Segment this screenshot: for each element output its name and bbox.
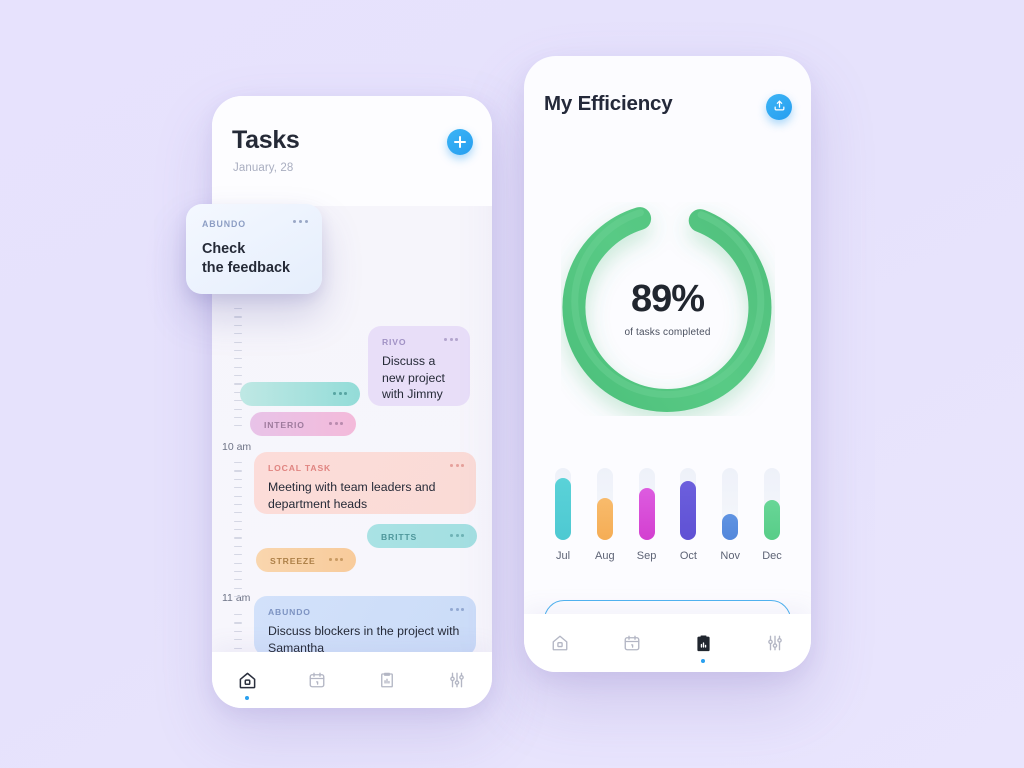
sliders-icon [448,671,466,689]
nav-item-reports[interactable] [681,623,725,663]
share-icon [773,99,786,115]
task-pill[interactable]: STREEZE [256,548,356,572]
calendar-icon [308,671,326,689]
task-menu-icon[interactable] [450,534,464,537]
task-menu-icon[interactable] [329,558,343,561]
task-tag: RIVO [382,337,407,347]
bar-fill [555,478,571,540]
bar-fill [763,500,780,540]
task-menu-icon[interactable] [329,422,343,425]
task-menu-icon[interactable] [450,464,464,467]
bar-column-sep[interactable] [636,468,658,540]
task-pill[interactable] [240,382,360,406]
bar-label: Aug [595,550,615,562]
bar-label: Jul [555,550,571,562]
tasks-header: Tasks January, 28 [212,96,492,206]
task-card[interactable]: LOCAL TASK Meeting with team leaders and… [254,452,476,514]
nav-item-home[interactable] [225,660,269,700]
bar-column-oct[interactable] [677,468,699,540]
task-card[interactable]: RIVO Discuss a new project with Jimmy [368,326,470,406]
page-title: My Efficiency [544,92,673,115]
tasks-date: January, 28 [233,162,294,174]
bar-fill [596,498,613,540]
home-icon [238,671,257,690]
sliders-icon [766,634,784,652]
bar-column-nov[interactable] [719,468,741,540]
task-title: Check the feedback [202,241,290,276]
bar-fill [680,481,697,540]
task-menu-icon[interactable] [333,392,347,395]
task-tag: ABUNDO [202,219,247,229]
donut-center-label: 89% of tasks completed [561,202,775,416]
task-menu-icon[interactable] [444,338,458,341]
floating-task-card[interactable]: ABUNDO Check the feedback [186,204,322,294]
task-menu-icon[interactable] [293,220,308,224]
add-task-button[interactable] [447,129,473,155]
tasks-phone: Tasks January, 28 10 am 11 am 12 am [212,96,492,708]
page-title: Tasks [232,126,300,154]
nav-item-reports[interactable] [365,660,409,700]
bar-fill [638,488,655,540]
share-button[interactable] [766,94,792,120]
task-card[interactable]: ABUNDO Discuss blockers in the project w… [254,596,476,656]
home-icon [551,634,569,652]
task-tag: INTERIO [264,420,305,430]
bar-chart-labels: Jul Aug Sep Oct Nov Dec [552,550,783,562]
clipboard-chart-icon [378,671,396,689]
nav-active-dot [245,696,249,700]
task-menu-icon[interactable] [450,608,464,611]
efficiency-donut-chart: 89% of tasks completed [561,202,775,416]
task-tag: LOCAL TASK [268,463,332,473]
hour-label: 10 am [222,441,252,453]
timeline-ticks [234,462,242,604]
monthly-bar-chart [552,468,783,540]
app-mockup-stage: Tasks January, 28 10 am 11 am 12 am [0,0,1024,768]
bar-label: Sep [636,550,657,562]
nav-active-dot [701,659,706,663]
clipboard-chart-icon [694,634,713,653]
bar-label: Oct [679,550,697,562]
nav-item-home[interactable] [538,623,582,663]
nav-item-settings[interactable] [753,623,797,663]
efficiency-phone: My Efficiency 89% of tasks completed Jul… [524,56,811,672]
nav-item-settings[interactable] [435,660,479,700]
bar-label: Dec [762,550,782,562]
efficiency-percent: 89% [630,278,705,320]
task-tag: BRITTS [381,532,418,542]
bar-column-jul[interactable] [552,468,574,540]
efficiency-bottom-nav[interactable] [524,614,811,672]
task-title: Discuss a new project with Jimmy [382,354,445,401]
task-pill[interactable]: INTERIO [250,412,356,436]
bar-column-aug[interactable] [594,468,616,540]
tasks-bottom-nav[interactable] [212,652,492,708]
nav-item-calendar[interactable] [610,623,654,663]
task-tag: ABUNDO [268,607,311,617]
task-title: Meeting with team leaders and department… [268,480,436,511]
nav-item-calendar[interactable] [295,660,339,700]
calendar-icon [623,634,641,652]
timeline-ticks [234,308,242,434]
efficiency-subtitle: of tasks completed [624,327,711,338]
bar-column-dec[interactable] [761,468,783,540]
task-pill[interactable]: BRITTS [367,524,477,548]
bar-fill [722,514,739,540]
bar-label: Nov [720,550,740,562]
task-tag: STREEZE [270,556,316,566]
